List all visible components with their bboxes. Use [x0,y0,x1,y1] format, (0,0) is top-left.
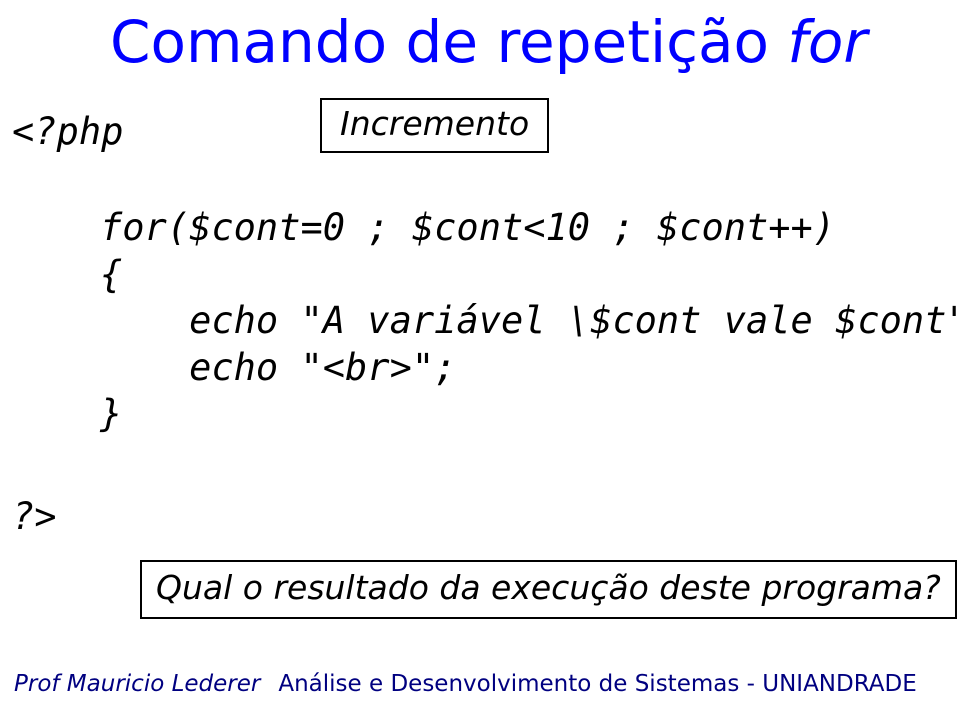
code-line-2: { [100,253,122,296]
incremento-box: Incremento [320,98,549,153]
code-line-4: echo "<br>"; [100,346,456,389]
footer-author: Prof Mauricio Lederer [14,671,260,697]
footer-credit: Análise e Desenvolvimento de Sistemas - … [278,671,916,697]
incremento-label: Incremento [340,104,529,143]
slide-title: Comando de repetição for [110,8,867,76]
slide: Comando de repetição for <?php Increment… [0,0,959,711]
code-block: for($cont=0 ; $cont<10 ; $cont++) { echo… [100,205,959,438]
question-box: Qual o resultado da execução deste progr… [140,560,957,619]
question-text: Qual o resultado da execução deste progr… [156,568,941,607]
php-open-tag: <?php [12,110,123,153]
php-close-tag: ?> [12,495,57,538]
code-line-1: for($cont=0 ; $cont<10 ; $cont++) [100,206,835,249]
title-prefix: Comando de repetição [110,8,787,76]
code-line-3: echo "A variável \$cont vale $cont"; [100,299,959,342]
code-line-5: } [100,392,122,435]
title-keyword: for [787,8,867,76]
footer: Prof Mauricio Lederer Análise e Desenvolv… [14,671,917,697]
